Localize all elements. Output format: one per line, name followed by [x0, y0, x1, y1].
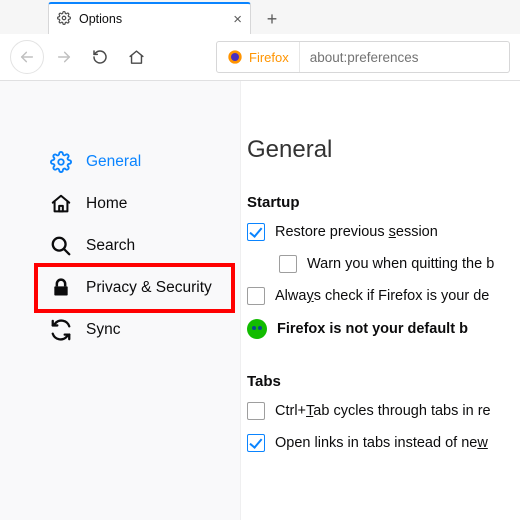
nav-toolbar: Firefox about:preferences: [0, 34, 520, 81]
checkbox-restore-session[interactable]: Restore previous session: [247, 223, 520, 241]
checkbox-default-check[interactable]: Always check if Firefox is your de: [247, 287, 520, 305]
sidebar-item-label: Sync: [86, 321, 120, 339]
gear-icon: [57, 11, 71, 28]
sync-icon: [50, 319, 72, 341]
sidebar-item-label: Privacy & Security: [86, 279, 212, 297]
checkbox-icon: [279, 255, 297, 273]
notice-text: Firefox is not your default b: [277, 321, 468, 337]
preferences-content: General Home Search Privacy & Security: [0, 81, 520, 520]
sad-face-icon: [247, 319, 267, 339]
page-title: General: [247, 136, 520, 164]
home-icon: [50, 193, 72, 215]
url-bar[interactable]: Firefox about:preferences: [216, 41, 510, 73]
checkbox-label: Always check if Firefox is your de: [275, 288, 489, 304]
checkbox-label: Restore previous session: [275, 224, 438, 240]
tab-title: Options: [79, 12, 225, 26]
lock-icon: [50, 277, 72, 299]
sidebar-item-label: General: [86, 153, 141, 171]
site-identity[interactable]: Firefox: [217, 42, 300, 72]
preferences-main: General Startup Restore previous session…: [240, 81, 520, 520]
sidebar-item-privacy[interactable]: Privacy & Security: [0, 267, 240, 309]
browser-tab[interactable]: Options ×: [48, 2, 251, 34]
checkbox-label: Warn you when quitting the b: [307, 256, 494, 272]
back-button[interactable]: [10, 40, 44, 74]
sidebar-item-label: Search: [86, 237, 135, 255]
new-tab-button[interactable]: +: [257, 4, 287, 34]
section-startup-heading: Startup: [247, 194, 520, 211]
home-button[interactable]: [120, 41, 152, 73]
checkbox-label: Ctrl+Tab cycles through tabs in re: [275, 403, 491, 419]
checkbox-icon: [247, 287, 265, 305]
forward-button[interactable]: [48, 41, 80, 73]
checkbox-ctrl-tab[interactable]: Ctrl+Tab cycles through tabs in re: [247, 402, 520, 420]
checkbox-warn-quit[interactable]: Warn you when quitting the b: [279, 255, 520, 273]
reload-button[interactable]: [84, 41, 116, 73]
checkbox-open-links-tabs[interactable]: Open links in tabs instead of new: [247, 434, 520, 452]
preferences-sidebar: General Home Search Privacy & Security: [0, 81, 240, 520]
section-tabs-heading: Tabs: [247, 373, 520, 390]
checkbox-icon: [247, 223, 265, 241]
sidebar-item-general[interactable]: General: [0, 141, 240, 183]
firefox-icon: [227, 49, 243, 65]
sidebar-item-home[interactable]: Home: [0, 183, 240, 225]
gear-icon: [50, 151, 72, 173]
identity-label: Firefox: [249, 50, 289, 65]
checkbox-label: Open links in tabs instead of new: [275, 435, 488, 451]
search-icon: [50, 235, 72, 257]
url-text: about:preferences: [300, 50, 429, 65]
sidebar-item-label: Home: [86, 195, 127, 213]
sidebar-item-search[interactable]: Search: [0, 225, 240, 267]
checkbox-icon: [247, 434, 265, 452]
default-browser-notice: Firefox is not your default b: [247, 319, 520, 339]
sidebar-item-sync[interactable]: Sync: [0, 309, 240, 351]
tab-strip: Options × +: [0, 0, 520, 34]
checkbox-icon: [247, 402, 265, 420]
close-tab-icon[interactable]: ×: [233, 12, 242, 27]
